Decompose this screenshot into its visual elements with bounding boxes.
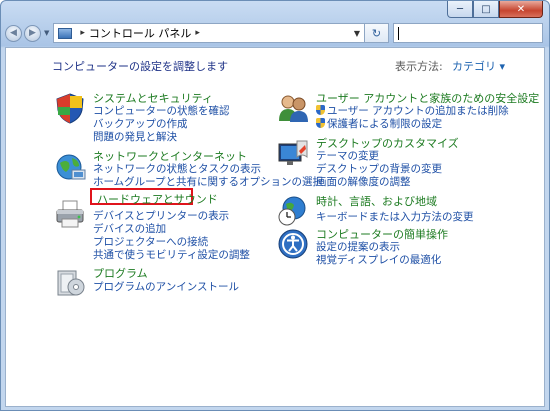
- address-bar[interactable]: ▸ コントロール パネル ▸ ▼: [53, 23, 365, 43]
- window-controls: ─ □ ✕: [447, 1, 543, 19]
- search-input[interactable]: [393, 23, 543, 43]
- category-link[interactable]: 保護者による制限の設定: [316, 116, 442, 131]
- category-title[interactable]: ハードウェアとサウンド: [97, 191, 218, 207]
- ease-of-access-icon: [278, 229, 308, 259]
- category-title[interactable]: 時計、言語、および地域: [316, 193, 437, 209]
- recent-pages-dropdown[interactable]: ▼: [44, 29, 49, 37]
- programs-icon: [57, 270, 85, 296]
- control-panel-window: ─ □ ✕ ◀ ▶ ▼ ▸ コントロール パネル ▸ ▼ ↻ コンピューターの設…: [0, 0, 550, 411]
- category-link[interactable]: 共通で使うモビリティ設定の調整: [93, 247, 250, 262]
- hardware-sound-highlight[interactable]: ハードウェアとサウンド: [90, 188, 218, 206]
- page-title: コンピューターの設定を調整します: [52, 60, 228, 73]
- category-link[interactable]: キーボードまたは入力方法の変更: [316, 209, 474, 224]
- content-pane: コンピューターの設定を調整します 表示方法: カテゴリ ▾ システムとセキュリテ…: [5, 47, 545, 407]
- category-link[interactable]: 視覚ディスプレイの最適化: [316, 252, 441, 267]
- address-dropdown-icon[interactable]: ▼: [354, 29, 360, 38]
- breadcrumb-separator-icon[interactable]: ▸: [80, 28, 85, 38]
- category-link[interactable]: ホームグループと共有に関するオプションの選択: [93, 174, 323, 189]
- category-link[interactable]: 画面の解像度の調整: [316, 174, 411, 189]
- link-text[interactable]: 保護者による制限の設定: [327, 118, 442, 130]
- category-link[interactable]: 問題の発見と解決: [93, 129, 177, 144]
- maximize-button[interactable]: □: [473, 1, 499, 18]
- view-by-dropdown[interactable]: カテゴリ ▾: [452, 58, 505, 74]
- control-panel-icon: [58, 27, 73, 39]
- text-cursor: [398, 26, 399, 40]
- view-by-label: 表示方法:: [395, 60, 443, 73]
- breadcrumb-control-panel[interactable]: コントロール パネル: [89, 25, 192, 41]
- refresh-icon: ↻: [371, 26, 382, 40]
- back-arrow-icon[interactable]: ◀: [5, 24, 22, 42]
- category-link[interactable]: プログラムのアンインストール: [93, 279, 239, 294]
- users-icon: [279, 95, 308, 122]
- breadcrumb-separator-icon[interactable]: ▸: [195, 28, 200, 38]
- uac-shield-icon: [316, 118, 325, 128]
- navigation-bar: ◀ ▶ ▼ ▸ コントロール パネル ▸ ▼ ↻: [5, 22, 543, 44]
- minimize-button[interactable]: ─: [447, 1, 473, 18]
- uac-shield-icon: [316, 105, 325, 115]
- printer-icon: [56, 200, 84, 228]
- clock-globe-icon: [278, 196, 306, 226]
- close-button[interactable]: ✕: [499, 1, 543, 18]
- shield-flag-icon: [56, 93, 84, 124]
- refresh-button[interactable]: ↻: [365, 23, 389, 43]
- display-icon: [278, 140, 308, 165]
- forward-arrow-icon[interactable]: ▶: [24, 24, 41, 42]
- network-globe-icon: [56, 154, 86, 180]
